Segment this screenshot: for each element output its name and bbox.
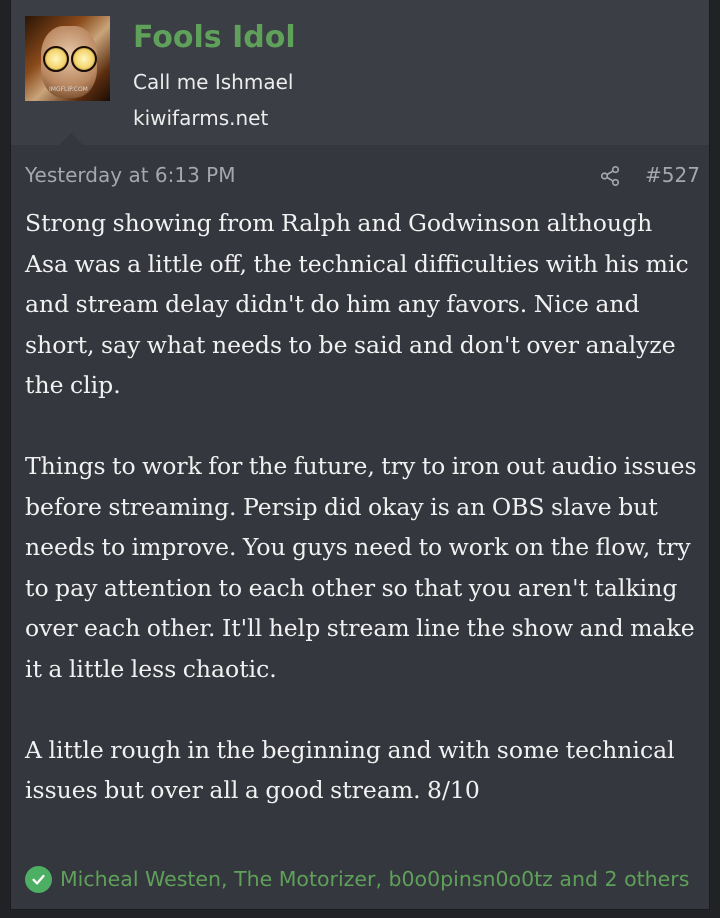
user-banner: kiwifarms.net bbox=[133, 106, 269, 130]
message-paragraph: Things to work for the future, try to ir… bbox=[25, 452, 697, 683]
user-block-arrow bbox=[59, 133, 83, 145]
message-paragraph: A little rough in the beginning and with… bbox=[25, 735, 675, 805]
share-icon[interactable] bbox=[599, 165, 621, 187]
avatar-watermark: IMGFLIP.COM bbox=[49, 86, 88, 93]
post-number-link[interactable]: #527 bbox=[645, 163, 700, 187]
post-date[interactable]: Yesterday at 6:13 PM bbox=[25, 163, 236, 187]
avatar[interactable]: IMGFLIP.COM bbox=[25, 16, 110, 101]
avatar-lens-right bbox=[71, 46, 97, 72]
post: IMGFLIP.COM Fools Idol Call me Ishmael k… bbox=[10, 0, 710, 910]
reactions-list-link[interactable]: Micheal Westen, The Motorizer, b0o0pinsn… bbox=[60, 867, 689, 891]
username[interactable]: Fools Idol bbox=[133, 20, 296, 55]
post-message: Strong showing from Ralph and Godwinson … bbox=[25, 203, 701, 811]
user-block: IMGFLIP.COM Fools Idol Call me Ishmael k… bbox=[11, 0, 709, 145]
avatar-lens-left bbox=[43, 46, 69, 72]
reactions-bar[interactable]: Micheal Westen, The Motorizer, b0o0pinsn… bbox=[25, 866, 705, 894]
message-paragraph: Strong showing from Ralph and Godwinson … bbox=[25, 209, 689, 399]
check-circle-icon bbox=[25, 866, 52, 893]
user-title: Call me Ishmael bbox=[133, 70, 294, 94]
